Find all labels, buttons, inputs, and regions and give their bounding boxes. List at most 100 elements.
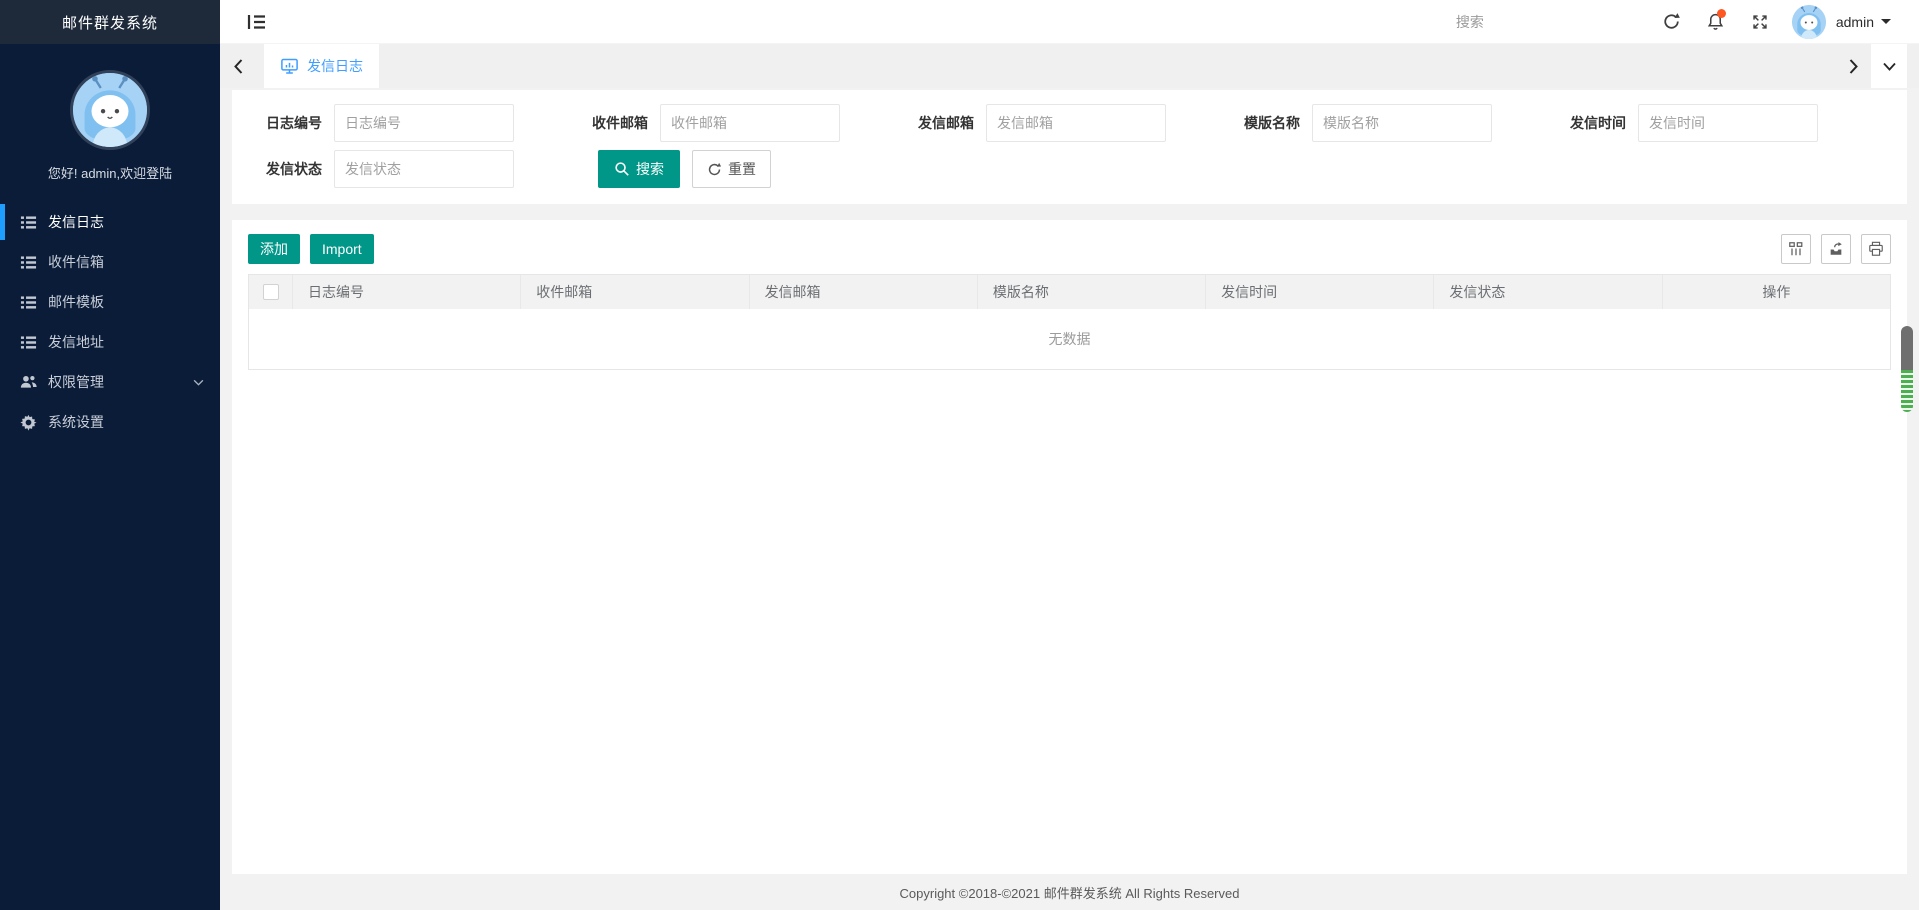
username-label: admin <box>1836 14 1874 30</box>
tabs-scroll-right-button[interactable] <box>1835 44 1871 88</box>
field-label: 日志编号 <box>248 113 334 133</box>
welcome-text: 您好! admin,欢迎登陆 <box>0 163 220 182</box>
field-label: 收件邮箱 <box>574 113 660 133</box>
search-button[interactable]: 搜索 <box>598 150 680 188</box>
sidebar-item-system-settings[interactable]: 系统设置 <box>0 402 220 442</box>
reset-button-label: 重置 <box>728 159 756 179</box>
tabs-menu-button[interactable] <box>1871 44 1907 88</box>
export-icon <box>1828 241 1844 257</box>
header-cell-send-time: 发信时间 <box>1206 275 1434 309</box>
users-icon <box>20 374 37 391</box>
notification-badge <box>1717 9 1726 18</box>
send-status-input[interactable] <box>334 150 514 188</box>
user-menu[interactable]: admin <box>1792 5 1891 39</box>
field-label: 模版名称 <box>1226 113 1312 133</box>
main-area: admin 发信日志 日志编号 <box>220 0 1919 910</box>
header-cell-recipient-mailbox: 收件邮箱 <box>521 275 749 309</box>
field-label: 发信时间 <box>1552 113 1638 133</box>
tabbar-spacer <box>379 44 1835 88</box>
header-cell-actions: 操作 <box>1663 275 1890 309</box>
field-send-time: 发信时间 <box>1552 104 1878 142</box>
table-tool-icons <box>1781 234 1891 264</box>
sidebar-item-label: 发信地址 <box>48 332 104 352</box>
sidebar-item-label: 权限管理 <box>48 372 104 392</box>
search-input[interactable] <box>1456 14 1636 30</box>
field-label: 发信邮箱 <box>900 113 986 133</box>
filter-row-2: 发信状态 搜索 重置 <box>248 150 1891 188</box>
header-cell-send-status: 发信状态 <box>1434 275 1662 309</box>
filter-row-1: 日志编号 收件邮箱 发信邮箱 模版名称 发信时间 <box>248 104 1891 142</box>
tabs-scroll-left-button[interactable] <box>220 44 256 88</box>
table-card: 添加 Import <box>232 220 1907 874</box>
mascot-avatar-icon <box>73 73 147 147</box>
sidebar-menu: 发信日志 收件信箱 邮件模板 发信地址 权限管理 <box>0 202 220 442</box>
scrollbar-thumb-stripes <box>1901 370 1913 412</box>
field-recipient-mailbox: 收件邮箱 <box>574 104 900 142</box>
export-button[interactable] <box>1821 234 1851 264</box>
reset-button[interactable]: 重置 <box>692 150 771 188</box>
bell-icon[interactable] <box>1694 0 1738 44</box>
sidebar-item-label: 邮件模板 <box>48 292 104 312</box>
filter-form-card: 日志编号 收件邮箱 发信邮箱 模版名称 发信时间 <box>232 90 1907 204</box>
gear-icon <box>20 414 37 431</box>
footer: Copyright ©2018-©2021 邮件群发系统 All Rights … <box>220 874 1919 910</box>
table-toolbar: 添加 Import <box>248 234 1891 264</box>
monitor-chart-icon <box>280 57 299 76</box>
list-icon <box>20 294 37 311</box>
collapse-menu-icon[interactable] <box>246 12 268 32</box>
sidebar-item-mail-template[interactable]: 邮件模板 <box>0 282 220 322</box>
log-id-input[interactable] <box>334 104 514 142</box>
user-avatar-large <box>70 70 150 150</box>
data-table: 日志编号 收件邮箱 发信邮箱 模版名称 发信时间 发信状态 操作 无数据 <box>248 274 1891 370</box>
sidebar: 邮件群发系统 您好! admin,欢迎登陆 发信日志 <box>0 0 220 910</box>
user-avatar-small <box>1792 5 1826 39</box>
search-button-label: 搜索 <box>636 159 664 179</box>
app-title: 邮件群发系统 <box>0 0 220 44</box>
table-empty-message: 无数据 <box>249 309 1890 369</box>
send-time-input[interactable] <box>1638 104 1818 142</box>
tabbar: 发信日志 <box>220 44 1919 88</box>
page-content: 日志编号 收件邮箱 发信邮箱 模版名称 发信时间 <box>220 88 1919 874</box>
print-button[interactable] <box>1861 234 1891 264</box>
sidebar-item-label: 系统设置 <box>48 412 104 432</box>
recipient-mailbox-input[interactable] <box>660 104 840 142</box>
scrollbar-thumb[interactable] <box>1901 326 1913 412</box>
import-button-label: Import <box>322 241 362 257</box>
sidebar-item-send-log[interactable]: 发信日志 <box>0 202 220 242</box>
card-gap <box>232 204 1907 220</box>
import-button[interactable]: Import <box>310 234 374 264</box>
refresh-icon[interactable] <box>1650 0 1694 44</box>
print-icon <box>1868 241 1884 257</box>
sender-mailbox-input[interactable] <box>986 104 1166 142</box>
tab-send-log[interactable]: 发信日志 <box>264 44 379 88</box>
table-header-row: 日志编号 收件邮箱 发信邮箱 模版名称 发信时间 发信状态 操作 <box>249 275 1890 309</box>
template-name-input[interactable] <box>1312 104 1492 142</box>
list-icon <box>20 214 37 231</box>
copyright-text: Copyright ©2018-©2021 邮件群发系统 All Rights … <box>900 883 1240 902</box>
sidebar-item-label: 发信日志 <box>48 212 104 232</box>
sidebar-item-inbox[interactable]: 收件信箱 <box>0 242 220 282</box>
sidebar-item-permissions[interactable]: 权限管理 <box>0 362 220 402</box>
header-cell-template-name: 模版名称 <box>978 275 1206 309</box>
add-button[interactable]: 添加 <box>248 234 300 264</box>
header-cell-sender-mailbox: 发信邮箱 <box>750 275 978 309</box>
field-send-status: 发信状态 <box>248 150 574 188</box>
reset-refresh-icon <box>707 162 722 177</box>
add-button-label: 添加 <box>260 239 288 259</box>
columns-filter-button[interactable] <box>1781 234 1811 264</box>
field-template-name: 模版名称 <box>1226 104 1552 142</box>
header-cell-log-id: 日志编号 <box>293 275 521 309</box>
sidebar-item-send-address[interactable]: 发信地址 <box>0 322 220 362</box>
select-all-checkbox[interactable] <box>263 284 279 300</box>
scrollbar-thumb-top <box>1901 326 1913 370</box>
caret-down-icon <box>1881 19 1891 29</box>
fullscreen-icon[interactable] <box>1738 0 1782 44</box>
topbar: admin <box>220 0 1919 44</box>
magnifier-icon <box>614 161 630 177</box>
field-sender-mailbox: 发信邮箱 <box>900 104 1226 142</box>
list-icon <box>20 334 37 351</box>
columns-filter-icon <box>1788 241 1804 257</box>
field-log-id: 日志编号 <box>248 104 574 142</box>
field-label: 发信状态 <box>248 159 334 179</box>
sidebar-item-label: 收件信箱 <box>48 252 104 272</box>
